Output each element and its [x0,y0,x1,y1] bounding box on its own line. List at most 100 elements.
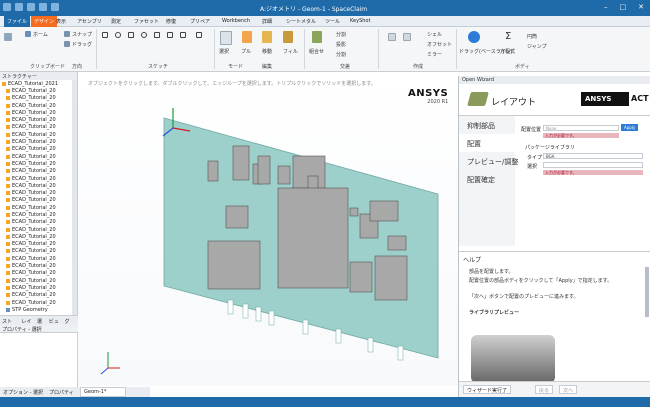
tree-item[interactable]: ECAD_Tutorial_20 [0,211,77,218]
apply-button[interactable]: Apply [621,124,639,131]
new-icon[interactable] [39,3,47,11]
wizard-end-button[interactable]: ウィザード実行了 [463,385,512,394]
cylinder-button[interactable]: 円筒 [527,33,537,40]
shell-button[interactable]: シェル [427,31,442,38]
tree-item[interactable]: ECAD_Tutorial_20 [0,241,77,248]
tab-views[interactable]: ビュー [49,318,61,332]
save-icon[interactable] [3,3,11,11]
polygon-icon[interactable] [154,32,160,38]
equation-button[interactable]: 方程式 [500,48,515,55]
rectangle-icon[interactable] [128,32,134,38]
tab-assembly[interactable]: アセンブリ [77,18,102,25]
tree-item[interactable]: ECAD_Tutorial_20 [0,204,77,211]
tree-item[interactable]: ECAD_Tutorial_20 [0,175,77,182]
tree-item[interactable]: ECAD_Tutorial_20 [0,153,77,160]
tab-properties[interactable]: プロパティ [49,389,74,396]
tree-item[interactable]: ECAD_Tutorial_20 [0,87,77,94]
move-button[interactable]: 移動 [262,48,272,55]
tree-item[interactable]: ECAD_Tutorial_20 [0,284,77,291]
tree-item[interactable]: ECAD_Tutorial_20 [0,255,77,262]
split-body-button[interactable]: 分割 [336,31,346,38]
tab-sheetmetal[interactable]: シートメタル [286,18,316,25]
tree-item[interactable]: ECAD_Tutorial_20 [0,168,77,175]
fill-button[interactable]: フィル [283,48,298,55]
tab-tools[interactable]: ツール [325,18,340,25]
tree-item[interactable]: ECAD_Tutorial_20 [0,233,77,240]
step-confirm[interactable]: 配置確定 [459,170,515,188]
tab-measure[interactable]: 測定 [111,18,121,25]
sigma-icon[interactable]: Σ [505,31,515,43]
document-tab[interactable]: Geom-1* [80,387,126,397]
close-icon[interactable]: ✕ [638,3,644,11]
step-suppress[interactable]: 抑制部品 [459,116,515,134]
move-icon[interactable] [262,31,272,43]
tab-file[interactable]: ファイル [4,16,31,27]
tab-prepare[interactable]: プリペア [190,18,210,25]
mirror-button[interactable]: ミラー [427,51,442,58]
open-icon[interactable] [51,3,59,11]
redo-icon[interactable] [27,3,35,11]
paste-icon[interactable] [4,33,12,41]
tree-item[interactable]: ECAD_Tutorial_20 [0,292,77,299]
type-select[interactable]: BGA [543,153,643,159]
tree-item[interactable]: ECAD_Tutorial_20 [0,226,77,233]
next-button[interactable]: 次へ [559,385,578,394]
tab-layers[interactable]: レイヤ [21,318,33,332]
circle-icon[interactable] [115,32,121,38]
project-button[interactable]: 投影 [336,41,346,48]
line-icon[interactable] [102,32,108,38]
point-icon[interactable] [180,32,186,38]
trim-icon[interactable] [196,32,202,38]
split-button[interactable]: 分割 [336,51,346,58]
tree-item[interactable]: ECAD_Tutorial_20 [0,138,77,145]
tree-item[interactable]: ECAD_Tutorial_20 [0,270,77,277]
fill-icon[interactable] [283,31,293,43]
tree-item[interactable]: ECAD_Tutorial_20 [0,131,77,138]
package-library-group[interactable]: パッケージライブラリ [525,144,575,151]
tree-item[interactable]: ECAD_Tutorial_20 [0,116,77,123]
power-icon[interactable] [468,31,480,43]
tree-item[interactable]: ECAD_Tutorial_20 [0,95,77,102]
drag-icon[interactable] [64,41,70,47]
spline-icon[interactable] [167,32,173,38]
snap-button[interactable]: スナップ [72,31,92,38]
offset-button[interactable]: オフセット [427,41,452,48]
plane-icon[interactable] [388,33,396,41]
step-preview[interactable]: プレビュー/調整 [459,152,518,170]
tab-selection[interactable]: 選択 [37,318,45,332]
select-button[interactable]: 選択 [219,48,229,55]
tree-item[interactable]: ECAD_Tutorial_20 [0,197,77,204]
tree-scrollbar[interactable] [72,80,77,315]
step-place[interactable]: 配置 [459,134,515,152]
tab-display[interactable]: 表示 [56,18,66,25]
pull-icon[interactable] [242,31,252,43]
tree-item[interactable]: ECAD_Tutorial_20 [0,102,77,109]
tree-item[interactable]: ECAD_Tutorial_20 [0,248,77,255]
home-icon[interactable] [25,31,31,37]
home-button[interactable]: ホーム [33,31,48,38]
tab-facet[interactable]: ファセット [134,18,159,25]
arc-icon[interactable] [141,32,147,38]
tab-keyshot[interactable]: KeyShot [350,18,370,24]
combine-icon[interactable] [312,31,322,43]
tab-structure[interactable]: ストラ... [2,318,17,332]
snap-icon[interactable] [64,31,70,37]
library-select[interactable] [543,162,643,168]
drag-button[interactable]: ドラッグ [72,41,92,48]
tree-item[interactable]: ECAD_Tutorial_20 [0,262,77,269]
tree-item[interactable]: ECAD_Tutorial_20 [0,109,77,116]
minimize-icon[interactable]: – [604,3,608,11]
back-button[interactable]: 戻る [535,385,554,394]
tree-item[interactable]: ECAD_Tutorial_20 [0,160,77,167]
tree-item[interactable]: ECAD_Tutorial_20 [0,146,77,153]
tree-item[interactable]: ECAD_Tutorial_20 [0,299,77,306]
tree-item[interactable]: ECAD_Tutorial_20 [0,124,77,131]
tab-groups[interactable]: グル... [64,318,76,332]
design-viewport[interactable]: オブジェクトをクリックします。ダブルクリックして、エッジループを選択します。トリ… [78,76,458,386]
help-scrollbar[interactable] [645,267,649,317]
select-icon[interactable] [220,31,232,45]
tab-repair[interactable]: 修復 [166,18,176,25]
axis-icon[interactable] [403,33,411,41]
undo-icon[interactable] [15,3,23,11]
tree-item[interactable]: STP Geometry [0,306,77,313]
